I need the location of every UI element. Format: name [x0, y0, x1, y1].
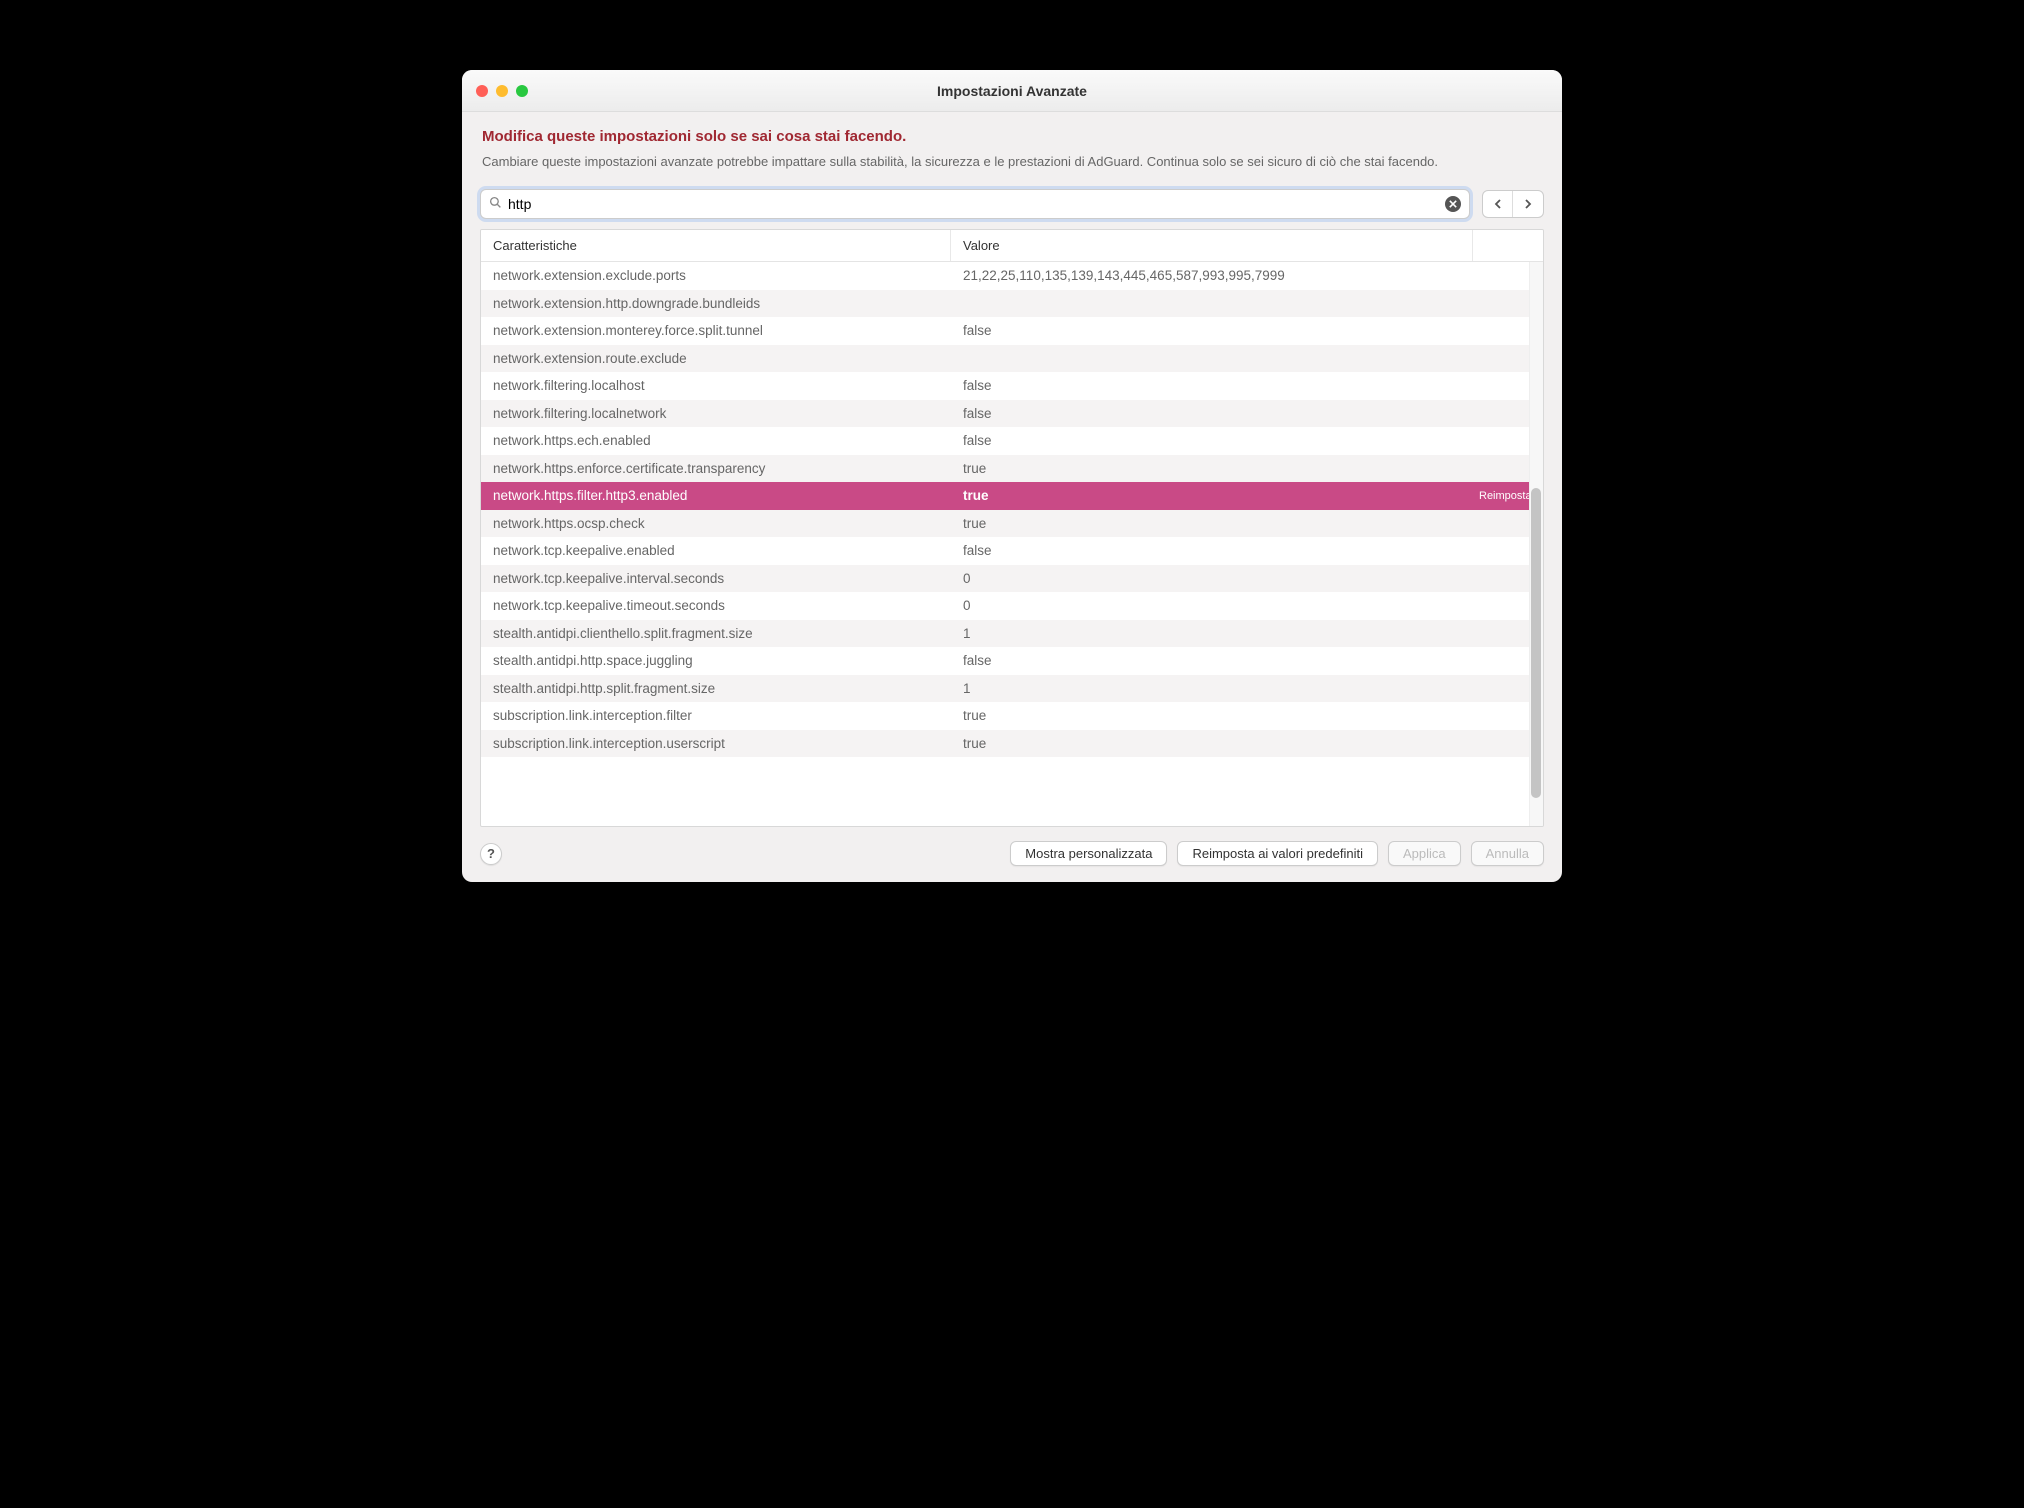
search-prev-button[interactable]	[1483, 191, 1513, 217]
table-row[interactable]: network.extension.http.downgrade.bundlei…	[481, 290, 1543, 318]
setting-value: 0	[951, 598, 1473, 613]
table-row[interactable]: network.extension.exclude.ports21,22,25,…	[481, 262, 1543, 290]
setting-value: true	[951, 516, 1473, 531]
setting-value: true	[951, 708, 1473, 723]
setting-value: false	[951, 653, 1473, 668]
table-row[interactable]: network.tcp.keepalive.timeout.seconds0	[481, 592, 1543, 620]
setting-value: 1	[951, 626, 1473, 641]
column-header-value[interactable]: Valore	[951, 230, 1473, 261]
table-row[interactable]: network.https.enforce.certificate.transp…	[481, 455, 1543, 483]
table-row[interactable]: network.https.filter.http3.enabledtrueRe…	[481, 482, 1543, 510]
footer: ? Mostra personalizzata Reimposta ai val…	[462, 827, 1562, 882]
search-input[interactable]	[508, 196, 1445, 212]
setting-key: network.extension.http.downgrade.bundlei…	[481, 296, 951, 311]
setting-key: network.tcp.keepalive.timeout.seconds	[481, 598, 951, 613]
setting-value: false	[951, 323, 1473, 338]
setting-key: network.https.ech.enabled	[481, 433, 951, 448]
setting-key: network.https.ocsp.check	[481, 516, 951, 531]
show-custom-button[interactable]: Mostra personalizzata	[1010, 841, 1167, 866]
search-nav-group	[1482, 190, 1544, 218]
table-row[interactable]: network.extension.monterey.force.split.t…	[481, 317, 1543, 345]
reset-defaults-button[interactable]: Reimposta ai valori predefiniti	[1177, 841, 1378, 866]
clear-search-button[interactable]	[1445, 196, 1461, 212]
warning-section: Modifica queste impostazioni solo se sai…	[462, 112, 1562, 183]
window-title: Impostazioni Avanzate	[462, 83, 1562, 99]
setting-key: network.https.enforce.certificate.transp…	[481, 461, 951, 476]
search-row	[462, 183, 1562, 229]
setting-key: network.extension.exclude.ports	[481, 268, 951, 283]
setting-key: network.filtering.localnetwork	[481, 406, 951, 421]
table-row[interactable]: stealth.antidpi.http.split.fragment.size…	[481, 675, 1543, 703]
setting-value: 1	[951, 681, 1473, 696]
table-row[interactable]: stealth.antidpi.clienthello.split.fragme…	[481, 620, 1543, 648]
setting-key: stealth.antidpi.http.space.juggling	[481, 653, 951, 668]
table-row[interactable]: subscription.link.interception.filtertru…	[481, 702, 1543, 730]
table-row[interactable]: network.tcp.keepalive.interval.seconds0	[481, 565, 1543, 593]
table-row[interactable]: network.filtering.localhostfalse	[481, 372, 1543, 400]
setting-key: network.tcp.keepalive.enabled	[481, 543, 951, 558]
column-header-key[interactable]: Caratteristiche	[481, 230, 951, 261]
table-row[interactable]: network.https.ocsp.checktrue	[481, 510, 1543, 538]
scrollbar-thumb[interactable]	[1531, 488, 1541, 798]
warning-body: Cambiare queste impostazioni avanzate po…	[482, 153, 1542, 171]
setting-value: true	[951, 461, 1473, 476]
setting-value: true	[951, 736, 1473, 751]
warning-title: Modifica queste impostazioni solo se sai…	[482, 128, 1542, 145]
table-row[interactable]: stealth.antidpi.http.space.jugglingfalse	[481, 647, 1543, 675]
help-button[interactable]: ?	[480, 843, 502, 865]
setting-key: stealth.antidpi.http.split.fragment.size	[481, 681, 951, 696]
search-icon	[489, 196, 502, 212]
settings-window: Impostazioni Avanzate Modifica queste im…	[462, 70, 1562, 882]
setting-value: false	[951, 378, 1473, 393]
table-body[interactable]: network.extension.exclude.ports21,22,25,…	[481, 262, 1543, 826]
setting-value: false	[951, 406, 1473, 421]
cancel-button[interactable]: Annulla	[1471, 841, 1544, 866]
column-header-action	[1473, 230, 1543, 261]
setting-value: false	[951, 433, 1473, 448]
setting-value: 21,22,25,110,135,139,143,445,465,587,993…	[951, 268, 1473, 283]
apply-button[interactable]: Applica	[1388, 841, 1461, 866]
search-next-button[interactable]	[1513, 191, 1543, 217]
setting-key: network.extension.monterey.force.split.t…	[481, 323, 951, 338]
setting-value: true	[951, 488, 1473, 503]
table-row[interactable]: network.tcp.keepalive.enabledfalse	[481, 537, 1543, 565]
setting-key: stealth.antidpi.clienthello.split.fragme…	[481, 626, 951, 641]
scrollbar-track[interactable]	[1529, 262, 1543, 826]
table-row[interactable]: subscription.link.interception.userscrip…	[481, 730, 1543, 758]
setting-key: subscription.link.interception.filter	[481, 708, 951, 723]
setting-value: 0	[951, 571, 1473, 586]
search-field-wrap[interactable]	[480, 189, 1470, 219]
setting-key: network.extension.route.exclude	[481, 351, 951, 366]
setting-value: false	[951, 543, 1473, 558]
table-header: Caratteristiche Valore	[481, 230, 1543, 262]
setting-key: network.filtering.localhost	[481, 378, 951, 393]
titlebar: Impostazioni Avanzate	[462, 70, 1562, 112]
table-row[interactable]: network.https.ech.enabledfalse	[481, 427, 1543, 455]
setting-key: network.https.filter.http3.enabled	[481, 488, 951, 503]
table-row[interactable]: network.filtering.localnetworkfalse	[481, 400, 1543, 428]
setting-key: subscription.link.interception.userscrip…	[481, 736, 951, 751]
settings-table: Caratteristiche Valore network.extension…	[480, 229, 1544, 827]
table-row[interactable]: network.extension.route.exclude	[481, 345, 1543, 373]
setting-key: network.tcp.keepalive.interval.seconds	[481, 571, 951, 586]
